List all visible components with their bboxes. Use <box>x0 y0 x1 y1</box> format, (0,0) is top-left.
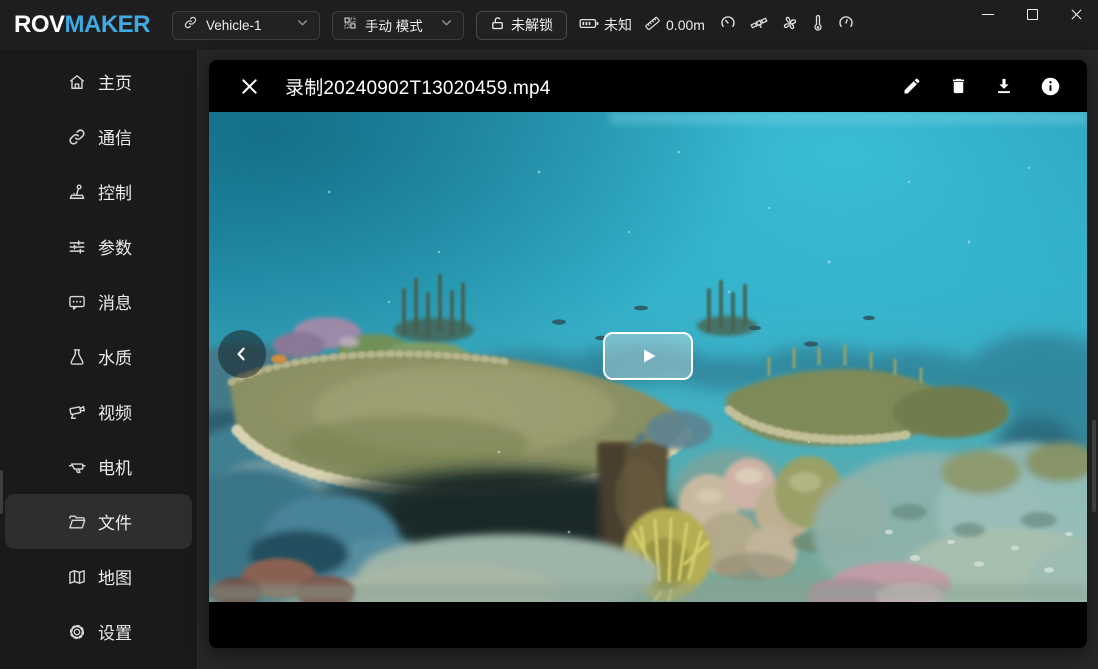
sidebar-item-control[interactable]: 控制 <box>5 164 192 219</box>
vehicle-dropdown[interactable]: Vehicle-1 <box>172 11 320 40</box>
download-button[interactable] <box>993 75 1015 97</box>
sidebar-item-label: 水质 <box>98 344 132 369</box>
close-icon <box>1070 8 1083 21</box>
maximize-button[interactable] <box>1010 0 1054 28</box>
top-bar: ROVMAKER Vehicle-1 手动 模式 未解锁 未知 <box>0 0 1098 50</box>
player-footer <box>209 602 1087 648</box>
flask-icon <box>67 347 87 367</box>
sidebar-item-label: 地图 <box>98 564 132 589</box>
minimize-button[interactable] <box>966 0 1010 28</box>
sidebar-item-label: 参数 <box>98 234 132 259</box>
video-filename: 录制20240902T13020459.mp4 <box>285 73 551 100</box>
joystick-icon <box>67 182 87 202</box>
delete-icon <box>949 76 968 96</box>
message-icon <box>67 292 87 312</box>
sidebar-item-parameters[interactable]: 参数 <box>5 219 192 274</box>
home-icon <box>67 72 87 92</box>
sidebar-item-comms[interactable]: 通信 <box>5 109 192 164</box>
sidebar-item-files[interactable]: 文件 <box>5 494 192 549</box>
sidebar-item-settings[interactable]: 设置 <box>5 604 192 659</box>
sliders-icon <box>67 237 87 257</box>
close-icon <box>239 76 260 97</box>
link-icon <box>67 127 87 147</box>
sidebar-nav: 主页 通信 控制 参数 消息 水质 视频 电机 <box>0 50 198 669</box>
video-player-modal: 录制20240902T13020459.mp4 <box>209 60 1087 648</box>
player-header: 录制20240902T13020459.mp4 <box>209 60 1087 112</box>
battery-status: 未知 <box>579 15 632 35</box>
dial-icon <box>837 14 855 37</box>
sidebar-item-video[interactable]: 视频 <box>5 384 192 439</box>
chevron-down-icon <box>440 16 453 34</box>
close-window-button[interactable] <box>1054 0 1098 28</box>
arm-unlock-button[interactable]: 未解锁 <box>476 11 567 40</box>
logo-text-primary: ROV <box>14 11 65 39</box>
minimize-icon <box>982 14 994 15</box>
propeller-icon <box>781 14 799 37</box>
telemetry-icons <box>719 14 855 37</box>
sidebar-item-label: 通信 <box>98 124 132 149</box>
delete-button[interactable] <box>947 75 969 97</box>
thermometer-icon <box>812 14 824 37</box>
map-icon <box>67 567 87 587</box>
close-player-button[interactable] <box>237 74 261 98</box>
edit-button[interactable] <box>901 75 923 97</box>
previous-file-button[interactable] <box>218 330 266 378</box>
sidebar-item-label: 消息 <box>98 289 132 314</box>
satellite-icon <box>750 14 768 37</box>
sidebar-item-label: 控制 <box>98 179 132 204</box>
chevron-down-icon <box>296 16 309 34</box>
play-icon <box>636 344 660 368</box>
info-icon <box>1040 76 1061 97</box>
gauge-icon <box>719 14 737 37</box>
sidebar-item-label: 电机 <box>98 454 132 479</box>
sidebar-item-label: 设置 <box>98 619 132 644</box>
folder-icon <box>67 512 87 532</box>
gear-icon <box>67 622 87 642</box>
grid-icon <box>343 16 357 35</box>
vehicle-dropdown-value: Vehicle-1 <box>206 18 262 33</box>
download-icon <box>994 76 1014 96</box>
sidebar-scrollbar[interactable] <box>0 470 3 514</box>
window-controls <box>966 0 1098 28</box>
play-button[interactable] <box>603 332 693 380</box>
camera-icon <box>67 402 87 422</box>
sidebar-item-label: 主页 <box>98 69 132 94</box>
lock-open-icon <box>490 16 505 34</box>
sidebar-item-motors[interactable]: 电机 <box>5 439 192 494</box>
ruler-icon <box>644 15 661 35</box>
depth-status: 0.00m <box>644 15 705 35</box>
link-icon <box>183 15 198 35</box>
info-button[interactable] <box>1039 75 1061 97</box>
main-content: 录制20240902T13020459.mp4 <box>198 50 1098 669</box>
mode-dropdown[interactable]: 手动 模式 <box>332 11 464 40</box>
motor-icon <box>67 457 87 477</box>
sidebar-item-map[interactable]: 地图 <box>5 549 192 604</box>
player-actions <box>901 75 1061 97</box>
sidebar-item-water-quality[interactable]: 水质 <box>5 329 192 384</box>
mode-dropdown-value: 手动 模式 <box>365 15 423 35</box>
battery-icon <box>579 16 599 34</box>
sidebar-item-label: 文件 <box>98 509 132 534</box>
maximize-icon <box>1027 9 1038 20</box>
edit-icon <box>902 76 922 96</box>
content-scrollbar[interactable] <box>1092 420 1096 512</box>
logo-text-accent: MAKER <box>65 11 151 39</box>
video-frame[interactable] <box>209 112 1087 602</box>
sidebar-item-label: 视频 <box>98 399 132 424</box>
sidebar-item-messages[interactable]: 消息 <box>5 274 192 329</box>
depth-value-label: 0.00m <box>666 17 705 33</box>
chevron-left-icon <box>233 345 251 363</box>
arm-unlock-label: 未解锁 <box>511 15 553 35</box>
app-logo: ROVMAKER <box>14 11 150 39</box>
battery-status-label: 未知 <box>604 15 632 35</box>
sidebar-item-home[interactable]: 主页 <box>5 54 192 109</box>
